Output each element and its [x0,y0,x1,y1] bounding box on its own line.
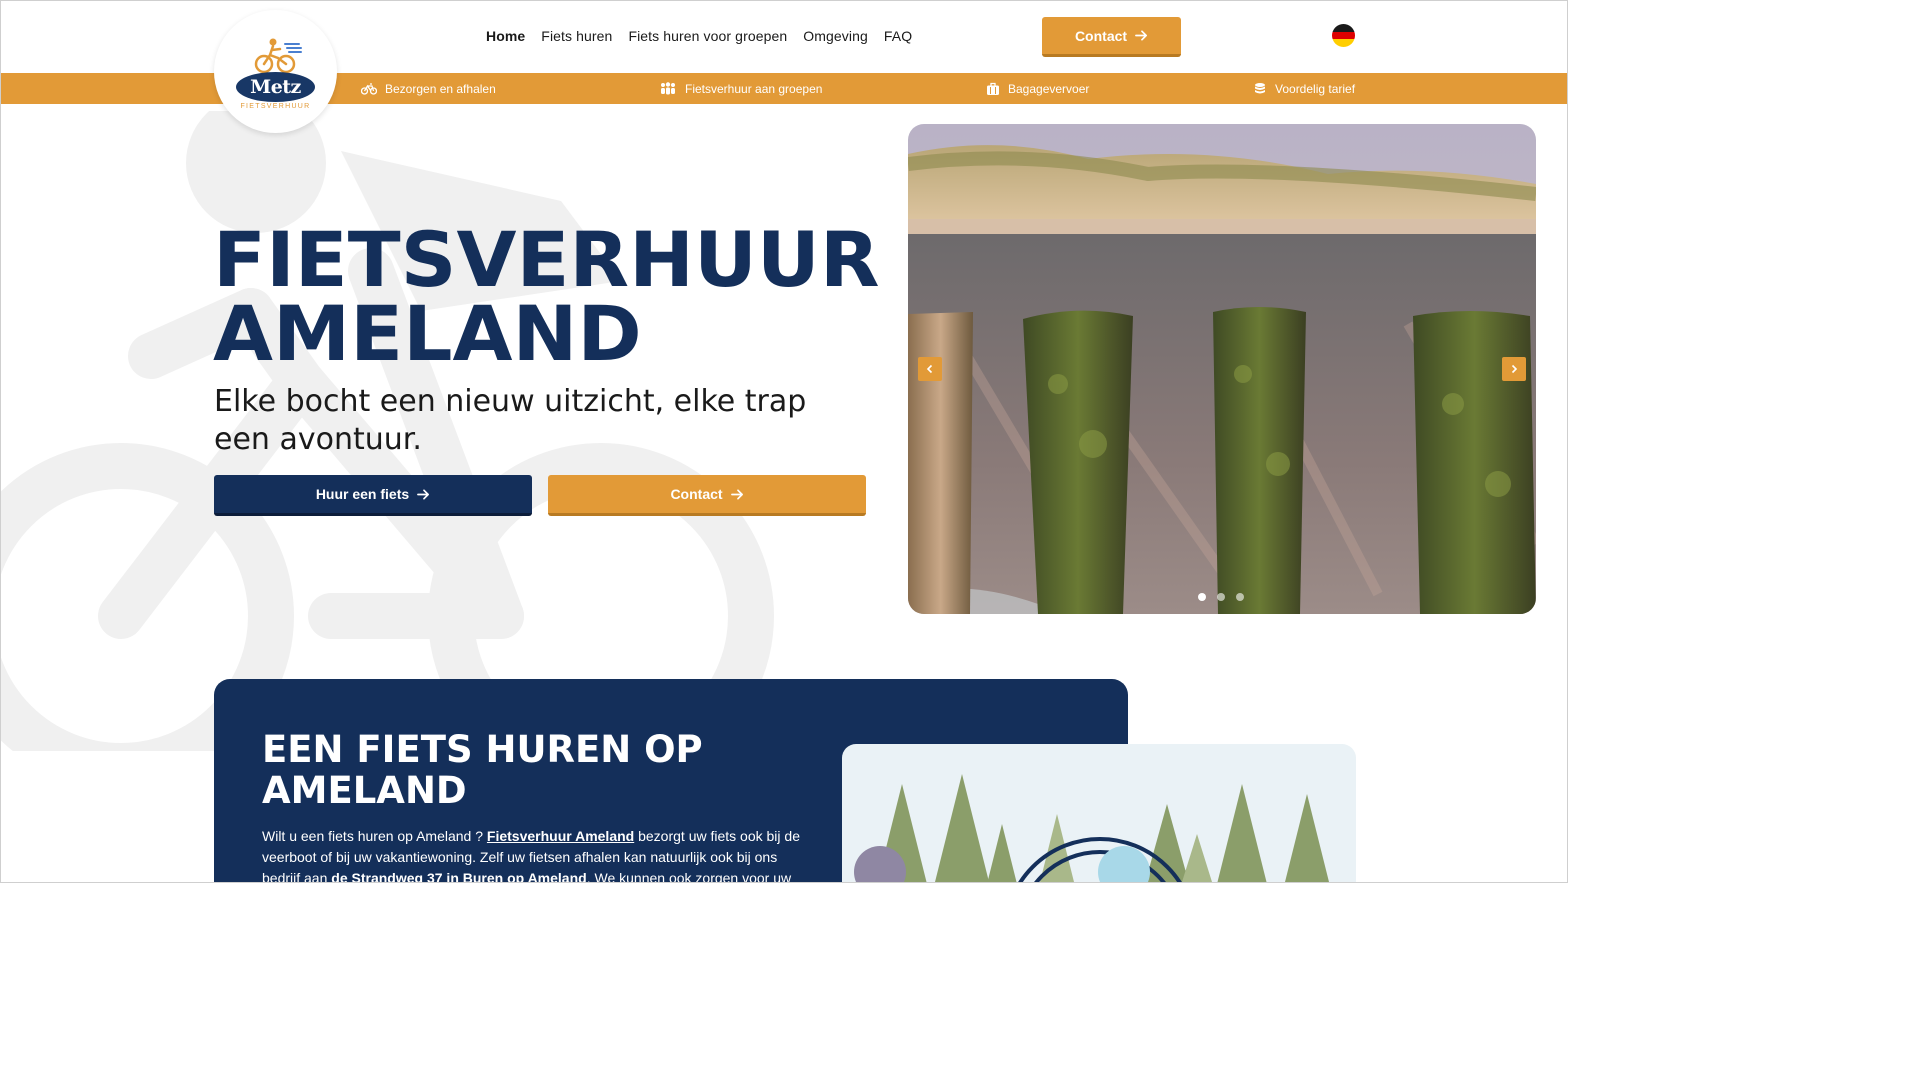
hero-title-line2: AMELAND [213,289,642,378]
header-contact-label: Contact [1074,27,1128,44]
coins-icon [1255,82,1265,93]
arrow-right-icon [730,488,743,500]
info-paragraph: Wilt u een fiets huren op Ameland ? Fiet… [262,826,802,883]
usp-bagage: Bagagevervoer [986,73,1089,104]
hero-subtitle: Elke bocht een nieuw uitzicht, elke trap… [214,384,807,457]
info-text-1: Wilt u een fiets huren op Ameland ? [262,828,487,844]
cyclist-illustration [842,744,1356,882]
slider-dot-3[interactable] [1236,593,1244,601]
info-title: EEN FIETS HUREN OP AMELAND [262,729,742,811]
beach-posts-image [908,124,1536,614]
usp-label: Bezorgen en afhalen [385,81,496,96]
nav-fiets-huren[interactable]: Fiets huren [541,28,612,44]
slider-dot-2[interactable] [1217,593,1225,601]
info-address: de Strandweg 37 in Buren op Ameland [331,870,587,883]
usp-label: Fietsverhuur aan groepen [685,81,823,96]
hero-title: FIETSVERHUUR AMELAND [213,222,886,372]
logo-brand: Metz [236,72,315,102]
nav-omgeving[interactable]: Omgeving [803,28,868,44]
fietsverhuur-ameland-link[interactable]: Fietsverhuur Ameland [487,828,634,844]
arrow-right-icon [1135,30,1148,41]
info-text-3: . We kunnen ook zorgen voor uw [586,870,792,883]
hero-contact-label: Contact [670,486,723,502]
usp-label: Bagagevervoer [1008,81,1090,96]
chevron-left-icon [926,364,933,374]
nav-fiets-huren-groepen[interactable]: Fiets huren voor groepen [628,28,787,44]
nav-home[interactable]: Home [486,28,525,44]
cyclist-logo-icon [254,38,302,74]
bicycle-icon [361,83,377,95]
huur-een-fiets-label: Huur een fiets [315,486,410,502]
slider-dots [1198,593,1244,601]
main-nav: Home Fiets huren Fiets huren voor groepe… [486,28,912,44]
usp-tarief: Voordelig tarief [1253,73,1355,104]
forest-cyclist-image [854,774,1329,882]
logo-subtitle: FIETSVERHUUR [240,103,311,110]
slider-prev-button[interactable] [918,357,942,381]
info-title-line1: EEN FIETS HUREN OP [262,728,703,771]
chevron-right-icon [1511,364,1518,374]
group-icon [661,82,675,95]
header-contact-button[interactable]: Contact [1042,17,1181,57]
usp-bezorgen: Bezorgen en afhalen [361,73,496,104]
page: Home Fiets huren Fiets huren voor groepe… [0,0,1568,883]
nav-faq[interactable]: FAQ [884,28,912,44]
arrow-right-icon [417,488,430,500]
huur-een-fiets-button[interactable]: Huur een fiets [214,475,532,516]
hero-image-slider[interactable] [908,124,1536,614]
slider-dot-1[interactable] [1198,593,1206,601]
usp-groepen: Fietsverhuur aan groepen [659,73,822,104]
german-flag-icon[interactable] [1332,24,1355,47]
logo[interactable]: Metz FIETSVERHUUR [214,10,337,133]
usp-label: Voordelig tarief [1275,81,1356,96]
luggage-icon [987,82,999,95]
info-title-line2: AMELAND [262,769,467,812]
hero-contact-button[interactable]: Contact [548,475,866,516]
slider-next-button[interactable] [1502,357,1526,381]
